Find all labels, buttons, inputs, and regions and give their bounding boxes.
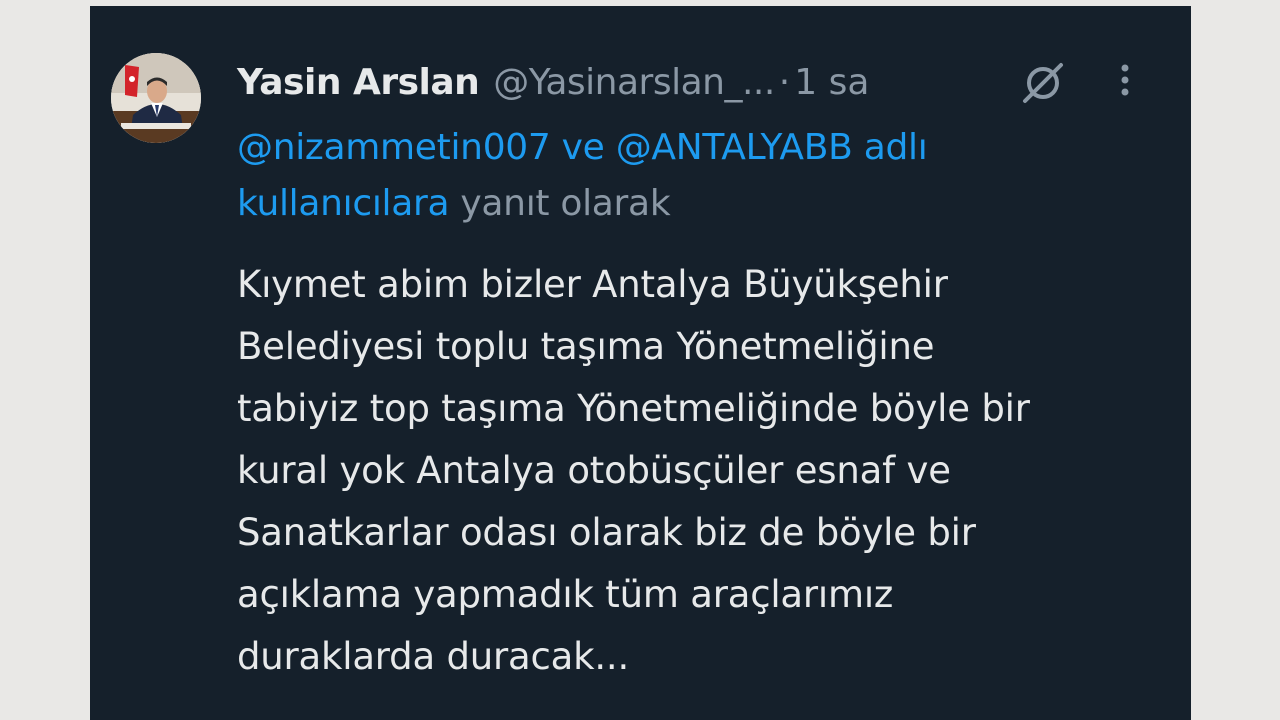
- tweet-text-line: kural yok Antalya otobüsçüler esnaf ve: [237, 449, 951, 492]
- display-name[interactable]: Yasin Arslan: [237, 62, 480, 103]
- tweet-text-line: duraklarda duracak...: [237, 635, 630, 678]
- tweet-text-line: Kıymet abim bizler Antalya Büyükşehir: [237, 263, 948, 306]
- tweet-header: Yasin Arslan @Yasinarslan_... · 1 sa: [237, 56, 869, 108]
- reply-connector: ve: [561, 127, 605, 168]
- tweet-text-line: Belediyesi toplu taşıma Yönetmeliğine: [237, 325, 935, 368]
- avatar[interactable]: [111, 53, 201, 143]
- grok-icon[interactable]: [1018, 58, 1068, 108]
- tweet-text-line: açıklama yapmadık tüm araçlarımız: [237, 573, 894, 616]
- user-handle[interactable]: @Yasinarslan_...: [493, 62, 775, 103]
- mention-link[interactable]: @ANTALYABB: [616, 127, 853, 168]
- tweet-text: Kıymet abim bizler Antalya Büyükşehir Be…: [237, 254, 1177, 688]
- reply-suffix: yanıt olarak: [460, 183, 671, 224]
- reply-context: @nizammetin007 ve @ANTALYABB adlı kullan…: [237, 120, 1137, 232]
- mention-link[interactable]: @nizammetin007: [237, 127, 551, 168]
- tweet-timestamp[interactable]: 1 sa: [794, 62, 869, 103]
- tweet-text-line: Sanatkarlar odası olarak biz de böyle bi…: [237, 511, 976, 554]
- tweet-text-line: tabiyiz top taşıma Yönetmeliğinde böyle …: [237, 387, 1030, 430]
- more-vertical-icon[interactable]: [1110, 60, 1140, 100]
- header-separator: ·: [778, 61, 791, 103]
- profile-avatar-image: [111, 53, 201, 143]
